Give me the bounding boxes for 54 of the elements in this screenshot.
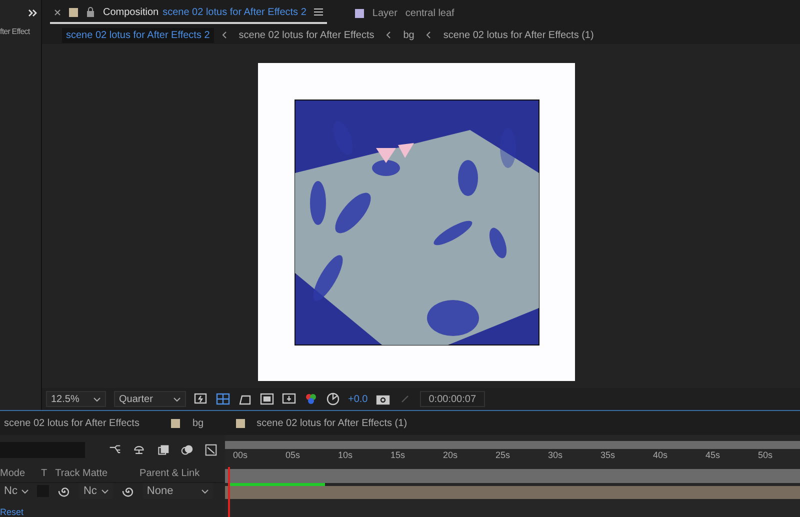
color-channels-icon[interactable]: [304, 392, 318, 406]
ruler-label: 45s: [706, 449, 720, 462]
layer-swatch-icon: [355, 8, 364, 18]
ruler-label: 15s: [390, 449, 406, 462]
caret-icon: [21, 488, 30, 494]
shy-layers-icon[interactable]: [133, 443, 145, 457]
ruler-label: 25s: [496, 449, 510, 462]
close-icon[interactable]: [54, 8, 61, 16]
ruler-label: 20s: [443, 449, 458, 462]
column-header: T: [41, 467, 48, 481]
ruler-label: 30s: [548, 449, 563, 462]
breadcrumb[interactable]: scene 02 lotus for After Effects 2: [62, 28, 214, 42]
ruler-label: 50s: [758, 449, 773, 462]
chevron-icon: [426, 31, 432, 39]
caret-icon: [93, 396, 101, 402]
expand-panels-icon[interactable]: [28, 9, 37, 17]
ruler-label: 05s: [286, 449, 300, 462]
grid-icon[interactable]: [216, 392, 230, 406]
timeline-tab[interactable]: scene 02 lotus for After Effects: [4, 416, 140, 430]
caret-icon: [100, 488, 109, 494]
graph-editor-icon[interactable]: [205, 443, 217, 457]
panel-title: fter Effect: [0, 26, 30, 38]
timecode-field[interactable]: 0:00:00:07: [420, 391, 486, 407]
breadcrumb[interactable]: scene 02 lotus for After Effects (1): [439, 28, 598, 42]
chevron-icon: [222, 31, 227, 39]
caret-icon: [173, 396, 181, 402]
chevron-icon: [386, 31, 392, 39]
ruler-label: 35s: [600, 449, 616, 462]
mode-dropdown[interactable]: Nc: [0, 482, 30, 500]
frame-blending-icon[interactable]: [157, 443, 169, 457]
resolution-dropdown[interactable]: Quarter: [114, 391, 186, 407]
column-header: Mode: [0, 467, 26, 481]
breadcrumb[interactable]: scene 02 lotus for After Effects: [234, 28, 378, 42]
viewer-tab[interactable]: Layer central leaf: [351, 2, 458, 24]
column-header: Parent & Link: [140, 467, 200, 481]
exposure-value[interactable]: +0.0: [348, 392, 368, 406]
timeline-tab[interactable]: scene 02 lotus for After Effects (1): [236, 416, 408, 430]
exposure-icon[interactable]: [326, 392, 340, 406]
viewer-tab[interactable]: Composition scene 02 lotus for After Effects 2: [50, 2, 328, 24]
column-header: Track Matte: [55, 467, 108, 481]
ruler-label: 40s: [653, 449, 668, 462]
region-icon[interactable]: [260, 392, 274, 406]
reset-link[interactable]: Reset: [0, 508, 24, 517]
zoom-dropdown[interactable]: 12.5%: [46, 391, 106, 407]
breadcrumb[interactable]: bg: [399, 28, 418, 42]
lock-icon[interactable]: [86, 7, 95, 17]
motion-blur-icon[interactable]: [181, 443, 193, 457]
timeline-tab[interactable]: bg: [171, 416, 204, 430]
ruler-label: 00s: [233, 449, 248, 462]
panel-menu-icon[interactable]: [314, 8, 324, 16]
ruler-label: 10s: [338, 449, 353, 462]
label-swatch-icon: [69, 8, 78, 16]
fast-preview-icon[interactable]: [194, 392, 208, 406]
caret-icon: [200, 488, 209, 494]
